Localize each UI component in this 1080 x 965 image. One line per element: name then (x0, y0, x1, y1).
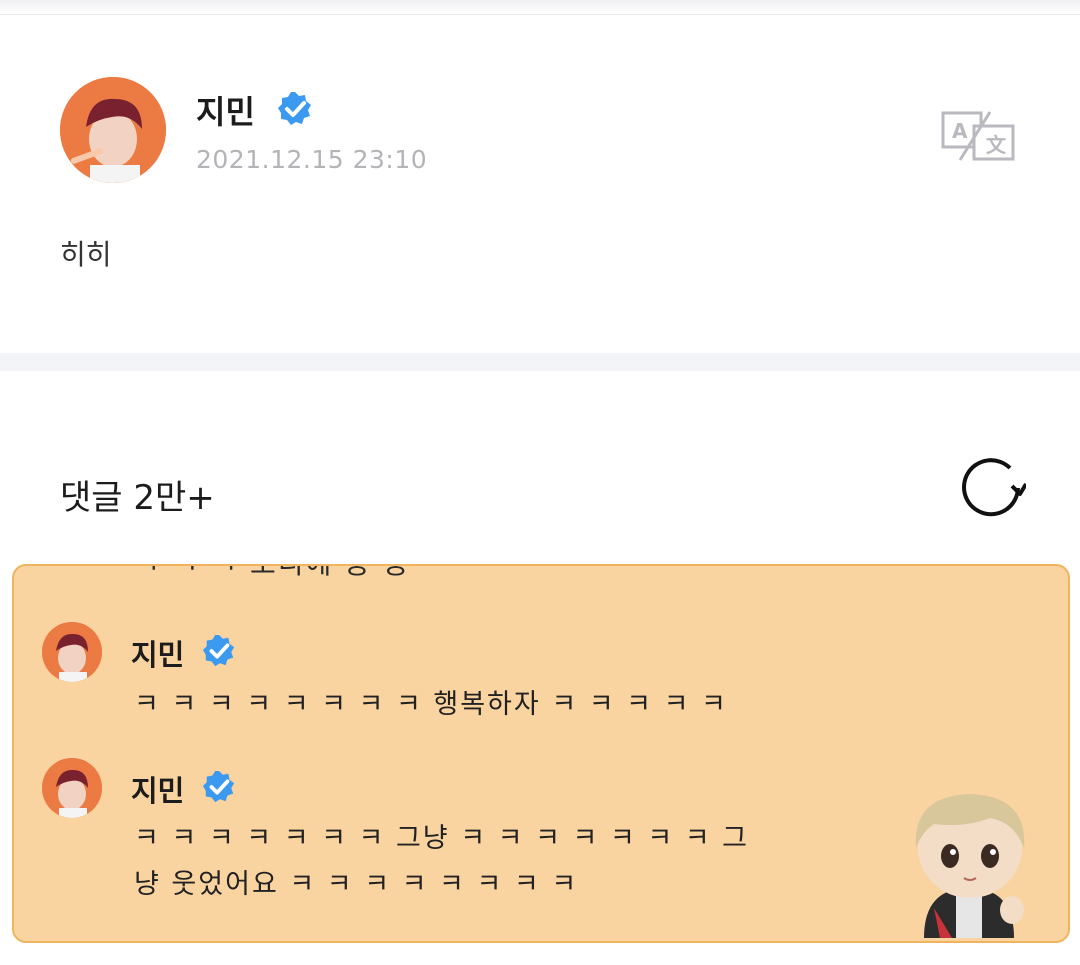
comment-avatar[interactable] (42, 758, 102, 818)
author-avatar[interactable] (60, 77, 166, 183)
comment-text: ㅋ ㅋ ㅋ ㅋ ㅋ ㅋ ㅋ ㅋ 행복하자 ㅋ ㅋ ㅋ ㅋ ㅋ (134, 689, 728, 720)
post-body-text: 히히 (60, 238, 112, 271)
chibi-character-sticker (915, 794, 1025, 938)
comment-author-name[interactable]: 지민 (131, 632, 184, 674)
comment-author-name[interactable]: 지민 (131, 768, 184, 810)
post-author-name[interactable]: 지민 (196, 87, 255, 133)
comments-panel: ㅋ ㅋ ㅋ 오디에 웅 웅 지민 ㅋ ㅋ ㅋ ㅋ ㅋ ㅋ ㅋ ㅋ 행복하자 ㅋ … (12, 564, 1070, 943)
svg-text:文: 文 (986, 133, 1007, 157)
verified-badge-icon (202, 770, 235, 803)
translate-icon[interactable]: A 文 (940, 110, 1016, 162)
comment-avatar[interactable] (42, 622, 102, 682)
section-divider (0, 353, 1080, 371)
comments-header: 댓글 2만+ (60, 478, 215, 518)
svg-text:A: A (952, 119, 968, 143)
verified-badge-icon (202, 634, 235, 667)
post-timestamp: 2021.12.15 23:10 (196, 145, 428, 174)
post-card: 지민 2021.12.15 23:10 A 文 히히 (0, 15, 1080, 353)
comment-text: ㅋ ㅋ ㅋ ㅋ ㅋ ㅋ ㅋ 그냥 ㅋ ㅋ ㅋ ㅋ ㅋ ㅋ ㅋ 그냥 웃었어요 ㅋ… (134, 823, 750, 900)
verified-badge-icon (278, 92, 311, 125)
refresh-icon[interactable] (960, 458, 1026, 518)
top-edge-divider (0, 0, 1080, 15)
clipped-comment-text: ㅋ ㅋ ㅋ 오디에 웅 웅 (134, 566, 411, 582)
